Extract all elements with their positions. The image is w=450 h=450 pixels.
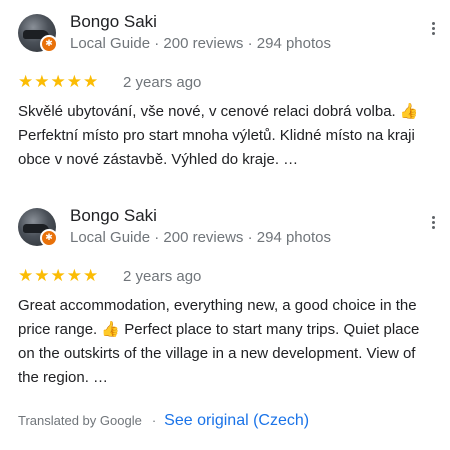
local-guide-badge-icon: ✱ (40, 229, 58, 247)
translation-footer: Translated by Google · See original (Czech… (18, 412, 309, 430)
reviewer-meta: Local Guide · 200 reviews · 294 photos (70, 35, 331, 52)
review-date: 2 years ago (123, 74, 202, 91)
review-text[interactable]: Skvělé ubytování, vše nové, v cenové rel… (18, 100, 438, 172)
separator-dot: · (151, 413, 157, 428)
reviewer-name[interactable]: Bongo Saki (70, 12, 157, 32)
more-vert-icon[interactable] (428, 216, 438, 236)
avatar[interactable]: ✱ (18, 14, 58, 53)
more-vert-icon[interactable] (428, 22, 438, 42)
star-rating: ★★★★★ (18, 72, 100, 92)
translated-by-label: Translated by Google (18, 413, 142, 428)
reviewer-name[interactable]: Bongo Saki (70, 206, 157, 226)
reviewer-meta: Local Guide · 200 reviews · 294 photos (70, 229, 331, 246)
review-text[interactable]: Great accommodation, everything new, a g… (18, 294, 438, 390)
see-original-link[interactable]: See original (Czech) (164, 412, 309, 429)
review-date: 2 years ago (123, 268, 202, 285)
star-rating: ★★★★★ (18, 266, 100, 286)
local-guide-badge-icon: ✱ (40, 35, 58, 53)
avatar[interactable]: ✱ (18, 208, 58, 247)
